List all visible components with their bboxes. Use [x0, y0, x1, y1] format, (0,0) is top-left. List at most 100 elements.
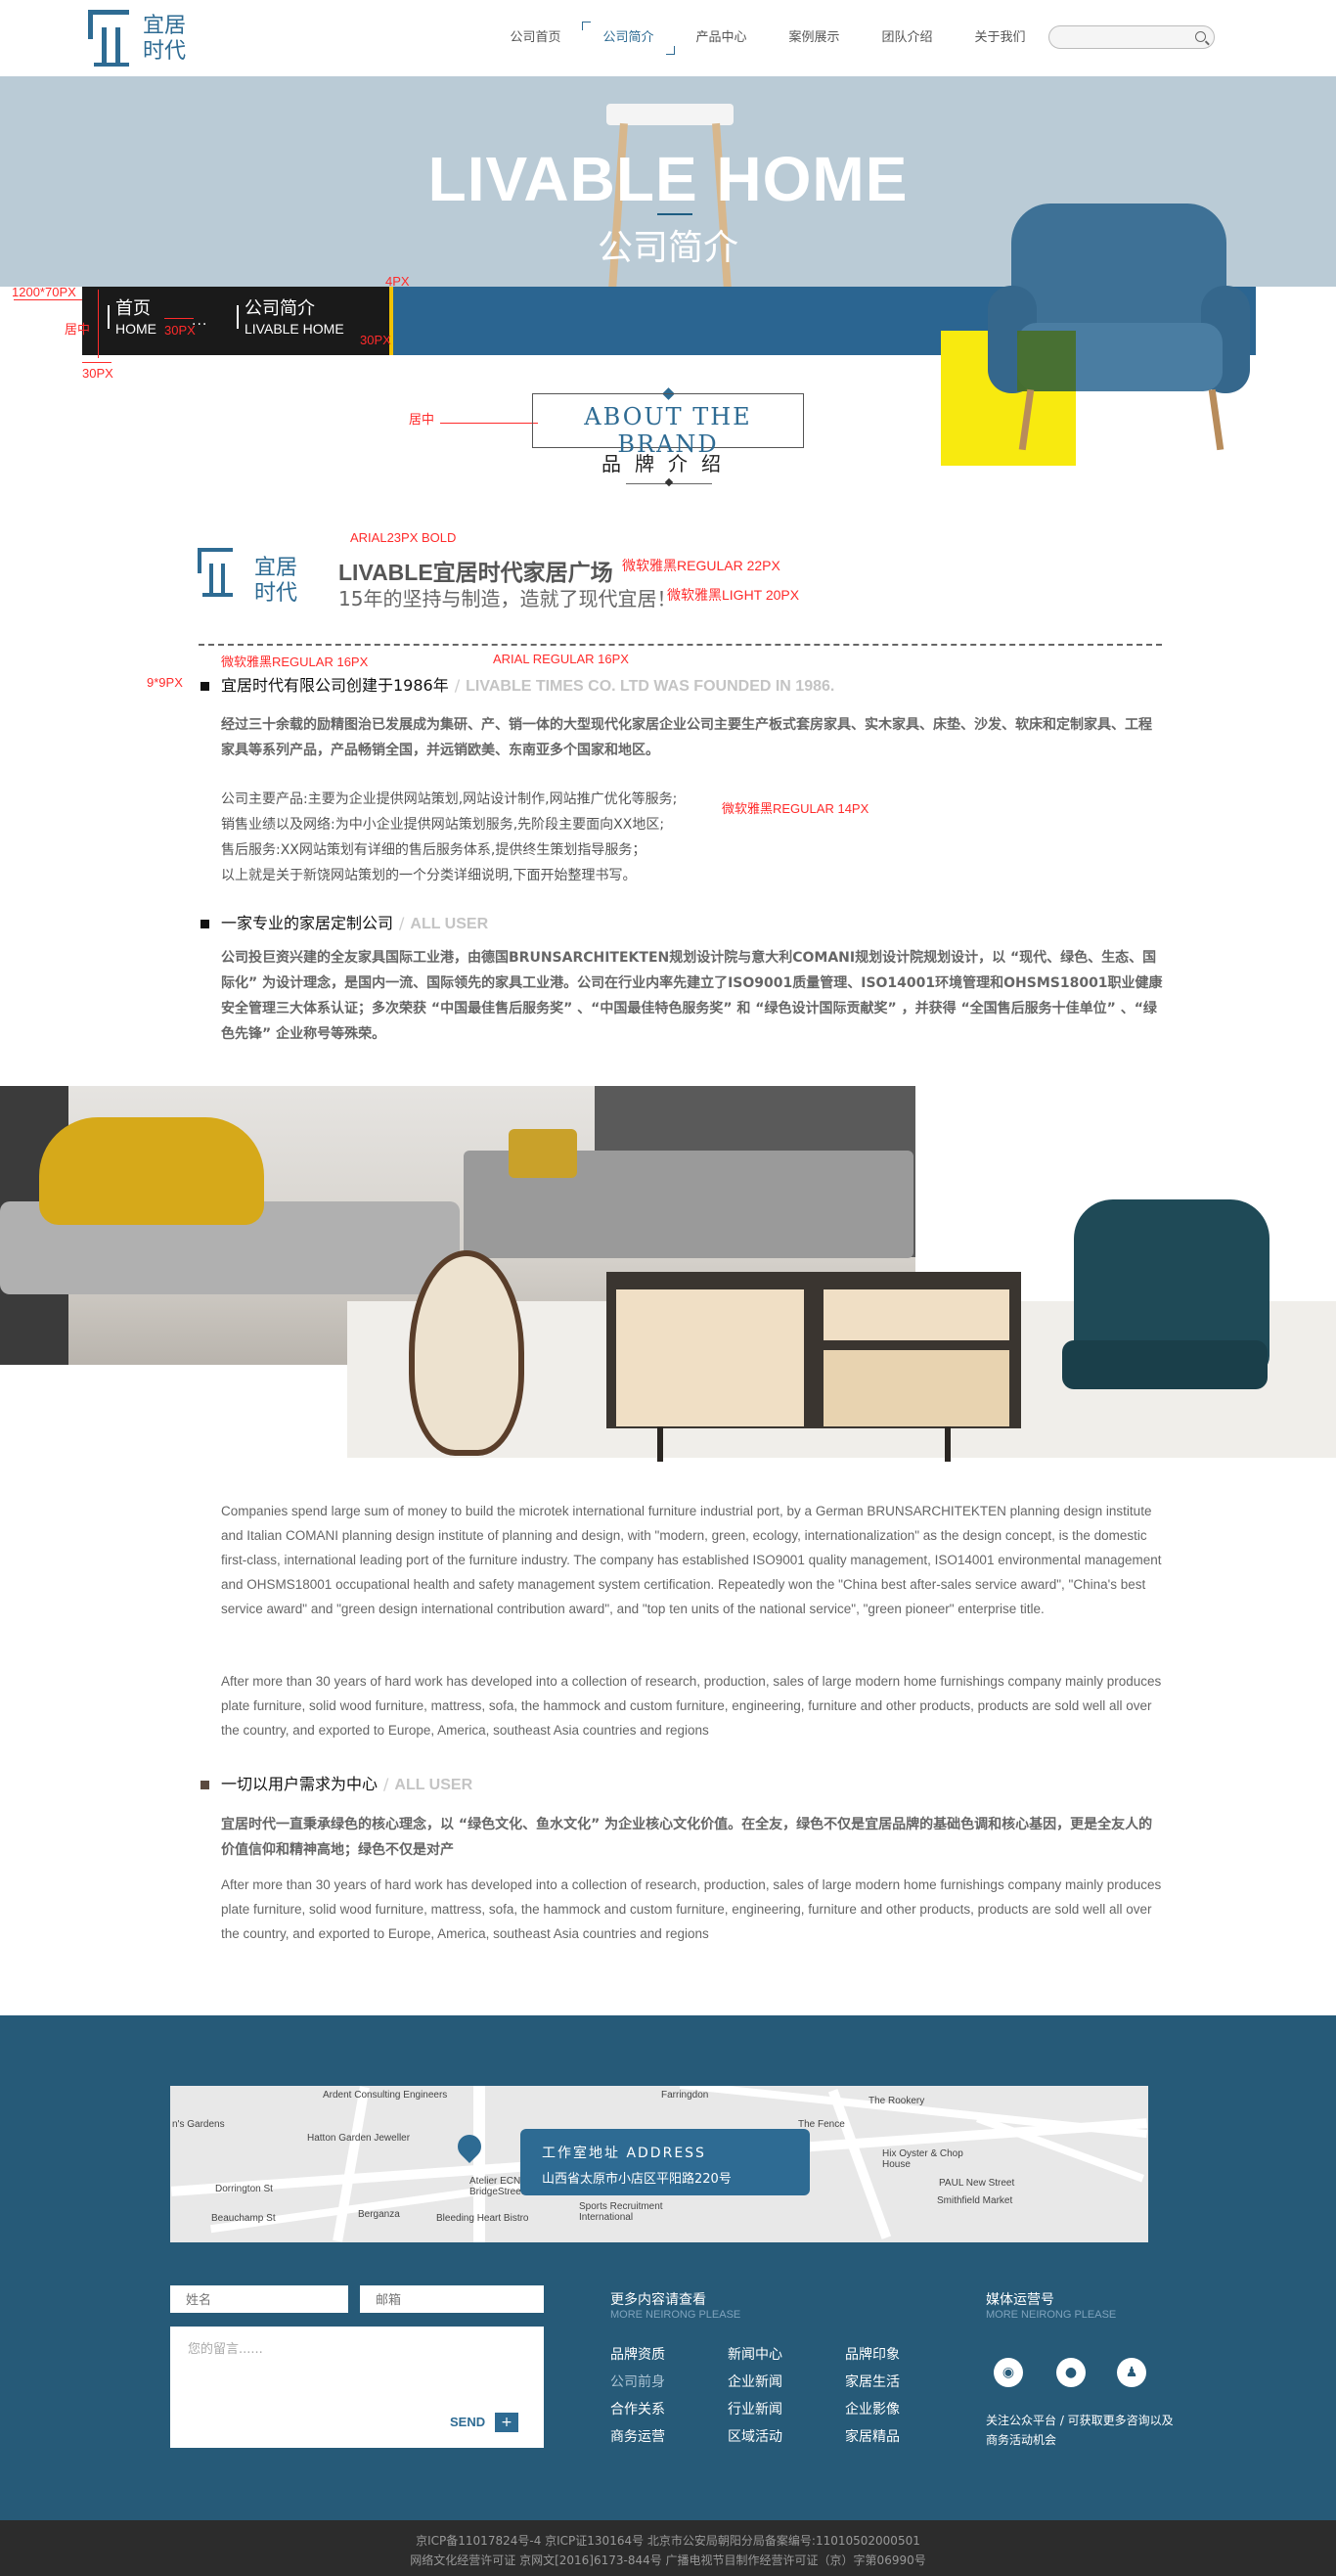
- breadcrumb-divider: [237, 305, 239, 329]
- cabinet-leg: [945, 1426, 951, 1462]
- nav-item-contact[interactable]: 关于我们: [954, 27, 1047, 49]
- company-title: LIVABLE宜居时代家居广场: [338, 560, 613, 585]
- breadcrumb-divider: [108, 305, 110, 329]
- map-label: Smithfield Market: [937, 2195, 1013, 2206]
- section-heading-user: 一切以用户需求为中心 / ALL USER: [200, 1771, 472, 1794]
- armchair-leg: [1208, 388, 1225, 451]
- note-font: 微软雅黑REGULAR 14PX: [722, 801, 869, 816]
- media-note: 关注公众平台 / 可获取更多咨询以及商务活动机会: [986, 2414, 1174, 2447]
- nav-item-products[interactable]: 产品中心: [675, 27, 768, 49]
- footer-link[interactable]: 企业影像: [845, 2399, 900, 2418]
- note-30px: 30PX: [82, 366, 113, 381]
- nav-item-home[interactable]: 公司首页: [489, 27, 582, 49]
- media-subtitle: MORE NEIRONG PLEASE: [986, 2309, 1117, 2321]
- note-font: 微软雅黑REGULAR 22PX: [622, 558, 780, 573]
- map-label: Hix Oyster & Chop House: [882, 2148, 963, 2170]
- breadcrumb-home[interactable]: 首页 HOME: [115, 299, 156, 339]
- brand-title-cn: 品牌介绍: [601, 452, 735, 475]
- note-font: ARIAL23PX BOLD: [350, 530, 457, 545]
- map-label: Ardent Consulting Engineers: [323, 2090, 448, 2101]
- company-slogan: 15年的坚持与制造，造就了现代宜居！: [338, 587, 677, 610]
- note-center: 居中: [65, 322, 91, 337]
- nav-item-cases[interactable]: 案例展示: [768, 27, 861, 49]
- search-box: [1048, 25, 1215, 49]
- map-label: n's Gardens: [172, 2119, 225, 2130]
- qq-icon[interactable]: ♟: [1117, 2358, 1146, 2387]
- cabinet-leg: [657, 1426, 663, 1462]
- email-field[interactable]: [360, 2285, 544, 2313]
- search-icon[interactable]: [1195, 31, 1206, 42]
- footer-link[interactable]: 企业新闻: [728, 2372, 782, 2391]
- banner-divider: [657, 213, 692, 215]
- yellow-chair-image: [39, 1117, 264, 1225]
- map-label: Bleeding Heart Bistro: [436, 2213, 529, 2224]
- footer-link[interactable]: 商务运营: [610, 2426, 665, 2446]
- cabinet-shelf: [824, 1350, 1009, 1426]
- square-bullet-icon: [200, 682, 209, 691]
- footer-link[interactable]: 家居精品: [845, 2426, 900, 2446]
- note-line: [82, 362, 111, 363]
- note-line: [14, 299, 82, 300]
- footer-link[interactable]: 家居生活: [845, 2372, 900, 2391]
- site-header: 宜居 时代 公司首页 公司简介 产品中心 案例展示 团队介绍 关于我们: [0, 0, 1336, 76]
- map-label: Farringdon: [661, 2090, 709, 2101]
- note-center: 居中: [409, 412, 435, 427]
- plus-icon[interactable]: +: [495, 2413, 518, 2432]
- user-paragraph: 宜居时代一直秉承绿色的核心理念，以 “绿色文化、鱼水文化” 为企业核心文化价值。…: [221, 1817, 1153, 1858]
- map-label: Sports Recruitment International: [579, 2201, 663, 2223]
- note-square: 9*9PX: [147, 675, 183, 690]
- map-label: Berganza: [358, 2209, 400, 2220]
- note-font: ARIAL REGULAR 16PX: [493, 652, 629, 666]
- address-title: 工作室地址 ADDRESS: [542, 2146, 706, 2161]
- copyright-line: 京ICP备11017824号-4 京ICP证130164号 北京市公安局朝阳分局…: [416, 2534, 920, 2548]
- intro-paragraph: 经过三十余载的励精图治已发展成为集研、产、销一体的大型现代化家居企业公司主要生产…: [221, 717, 1152, 758]
- english-paragraph: Companies spend large sum of money to bu…: [221, 1504, 1162, 1616]
- note-30px: 30PX: [164, 323, 196, 338]
- weibo-icon[interactable]: ◉: [994, 2358, 1023, 2387]
- note-4px: 4PX: [385, 274, 410, 289]
- note-size: 1200*70PX: [12, 285, 76, 299]
- media-title: 媒体运营号: [986, 2292, 1054, 2308]
- footer-link[interactable]: 公司前身: [610, 2372, 665, 2391]
- section-heading-founded: 宜居时代有限公司创建于1986年 / LIVABLE TIMES CO. LTD W…: [200, 672, 834, 696]
- map-label: Hatton Garden Jeweller: [307, 2133, 411, 2144]
- message-placeholder: 您的留言......: [188, 2342, 263, 2357]
- footer-link[interactable]: 行业新闻: [728, 2399, 782, 2418]
- breadcrumb-current: 公司简介 LIVABLE HOME: [245, 298, 344, 338]
- name-field[interactable]: [170, 2285, 348, 2313]
- logo-icon[interactable]: [88, 10, 129, 67]
- main-nav: 公司首页 公司简介 产品中心 案例展示 团队介绍 关于我们: [489, 22, 1047, 55]
- more-subtitle: MORE NEIRONG PLEASE: [610, 2309, 741, 2321]
- map-label: The Rookery: [868, 2096, 925, 2106]
- note-line: [440, 423, 538, 424]
- square-bullet-icon: [200, 1781, 209, 1789]
- nav-item-about[interactable]: 公司简介: [582, 22, 675, 55]
- send-button[interactable]: SEND: [450, 2415, 485, 2429]
- note-line: [164, 318, 194, 319]
- footer-link[interactable]: 区域活动: [728, 2426, 782, 2446]
- nav-item-team[interactable]: 团队介绍: [861, 27, 954, 49]
- diamond-icon: [664, 477, 674, 487]
- vase-image: [409, 1250, 524, 1456]
- dashed-divider: [199, 644, 1162, 646]
- note-font: 微软雅黑LIGHT 20PX: [667, 587, 800, 603]
- more-title: 更多内容请查看: [610, 2292, 706, 2308]
- message-field[interactable]: 您的留言......: [170, 2327, 544, 2448]
- footer-link[interactable]: 品牌印象: [845, 2344, 900, 2364]
- note-30px: 30PX: [360, 333, 391, 347]
- footer-link[interactable]: 合作关系: [610, 2399, 665, 2418]
- square-bullet-icon: [200, 920, 209, 928]
- logo-text[interactable]: 宜居 时代: [143, 14, 186, 65]
- user-paragraph-en: After more than 30 years of hard work ha…: [221, 1877, 1162, 1941]
- note-line: [98, 290, 99, 358]
- address-card: 工作室地址 ADDRESS 山西省太原市小店区平阳路220号: [520, 2129, 810, 2195]
- wechat-icon[interactable]: ●: [1056, 2358, 1086, 2387]
- footer-link[interactable]: 品牌资质: [610, 2344, 665, 2364]
- footer-link[interactable]: 新闻中心: [728, 2344, 782, 2364]
- map-label: Beauchamp St: [211, 2213, 276, 2224]
- service-list: 公司主要产品:主要为企业提供网站策划,网站设计制作,网站推广优化等服务; 销售业…: [221, 791, 678, 883]
- search-input[interactable]: [1059, 26, 1196, 48]
- custom-paragraph: 公司投巨资兴建的全友家具国际工业港，由德国BRUNSARCHITEKTEN规划设…: [221, 950, 1163, 1042]
- company-logo-text: 宜居 时代: [254, 556, 298, 606]
- cabinet-drawer: [824, 1289, 1009, 1340]
